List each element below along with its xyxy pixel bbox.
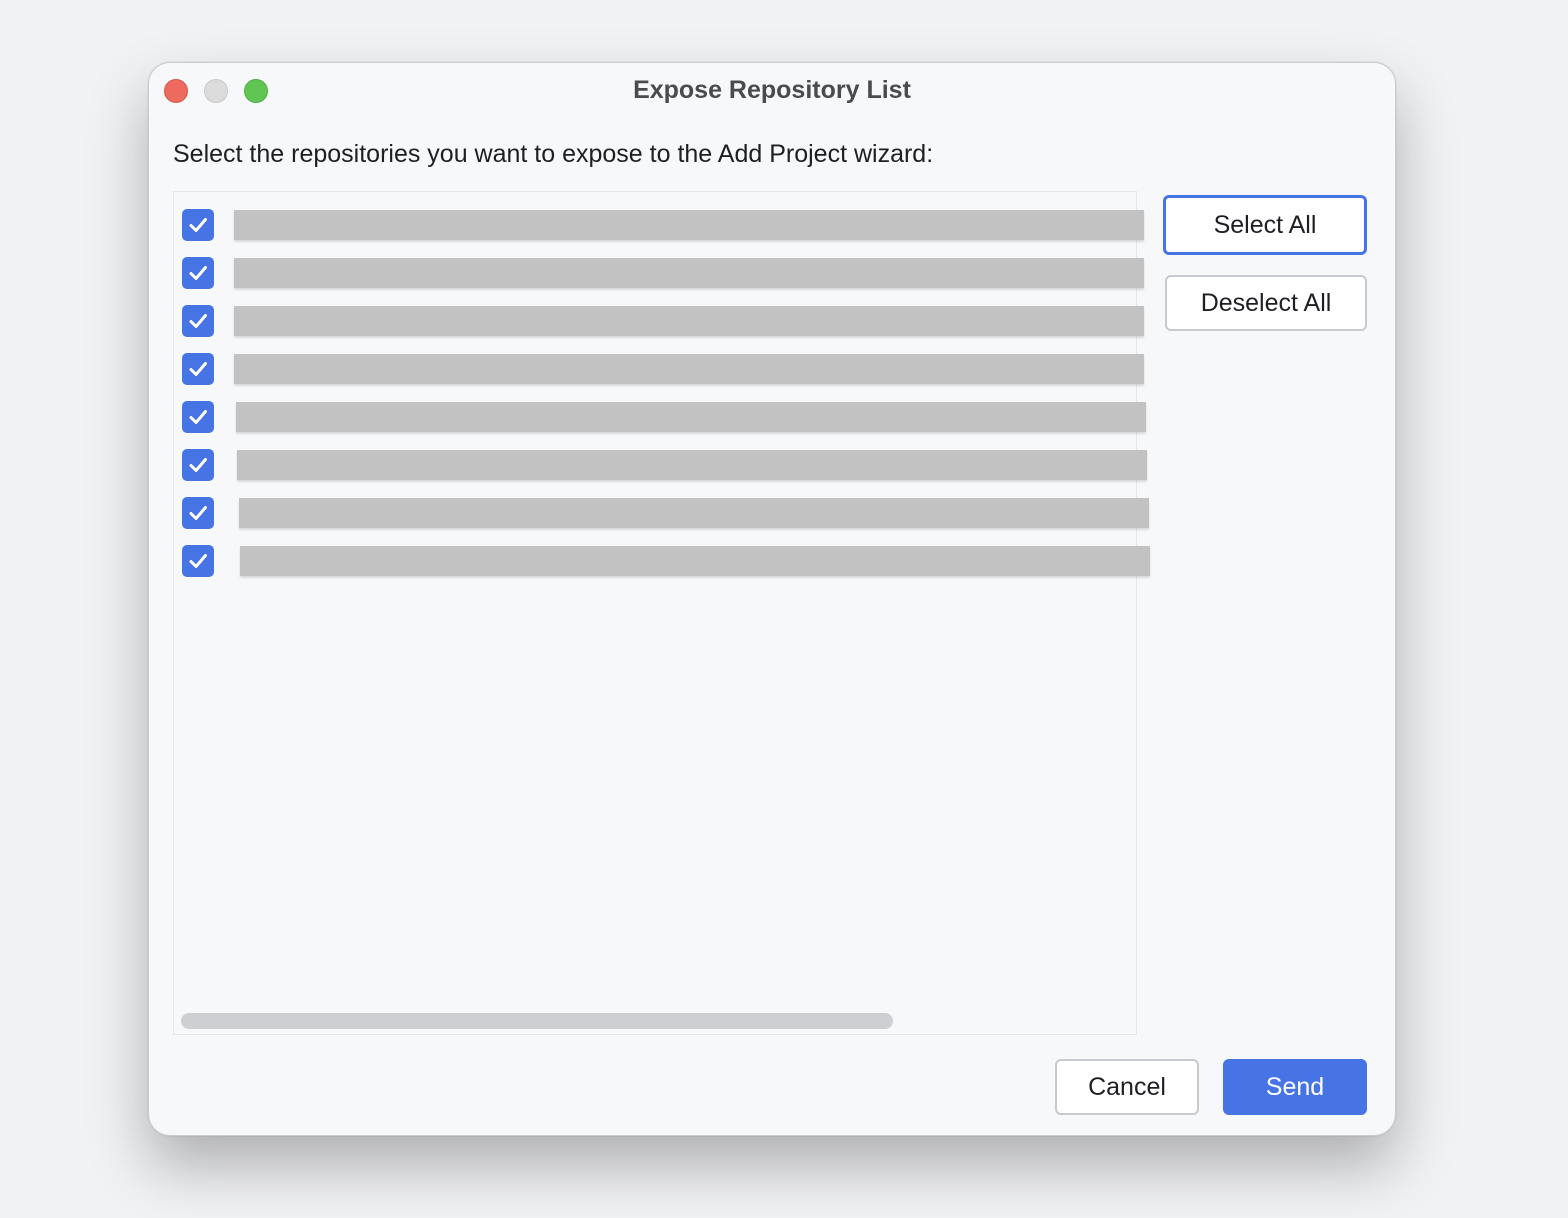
repository-checkbox[interactable]	[182, 257, 214, 289]
repository-checkbox[interactable]	[182, 545, 214, 577]
checkmark-icon	[189, 554, 207, 568]
repository-row[interactable]	[182, 304, 214, 338]
deselect-all-button[interactable]: Deselect All	[1165, 275, 1367, 331]
repository-checkbox[interactable]	[182, 305, 214, 337]
repository-row[interactable]	[182, 544, 214, 578]
redacted-repository-name	[237, 450, 1147, 480]
checkmark-icon	[189, 218, 207, 232]
horizontal-scrollbar[interactable]	[181, 1013, 893, 1029]
send-button[interactable]: Send	[1223, 1059, 1367, 1115]
redacted-repository-name	[239, 498, 1149, 528]
redacted-repository-name	[234, 258, 1144, 288]
repository-checkbox[interactable]	[182, 497, 214, 529]
checkmark-icon	[189, 314, 207, 328]
instruction-text: Select the repositories you want to expo…	[173, 140, 934, 168]
expose-repository-dialog: Expose Repository List Select the reposi…	[148, 62, 1396, 1136]
redacted-repository-name	[234, 306, 1144, 336]
repository-checkbox[interactable]	[182, 353, 214, 385]
repository-checkbox[interactable]	[182, 401, 214, 433]
repository-row[interactable]	[182, 352, 214, 386]
checkmark-icon	[189, 362, 207, 376]
window-title: Expose Repository List	[633, 76, 911, 104]
repository-row[interactable]	[182, 400, 214, 434]
cancel-button[interactable]: Cancel	[1055, 1059, 1199, 1115]
repository-list[interactable]	[173, 191, 1150, 1035]
repository-checkbox[interactable]	[182, 449, 214, 481]
checkmark-icon	[189, 266, 207, 280]
repository-row[interactable]	[182, 256, 214, 290]
redacted-repository-name	[234, 210, 1144, 240]
repository-row[interactable]	[182, 496, 214, 530]
redacted-repository-name	[240, 546, 1150, 576]
select-all-button[interactable]: Select All	[1163, 195, 1367, 255]
checkmark-icon	[189, 506, 207, 520]
repository-checkbox[interactable]	[182, 209, 214, 241]
checkmark-icon	[189, 458, 207, 472]
redacted-repository-name	[236, 402, 1146, 432]
repository-row[interactable]	[182, 448, 214, 482]
checkmark-icon	[189, 410, 207, 424]
repository-row[interactable]	[182, 208, 214, 242]
redacted-repository-name	[234, 354, 1144, 384]
